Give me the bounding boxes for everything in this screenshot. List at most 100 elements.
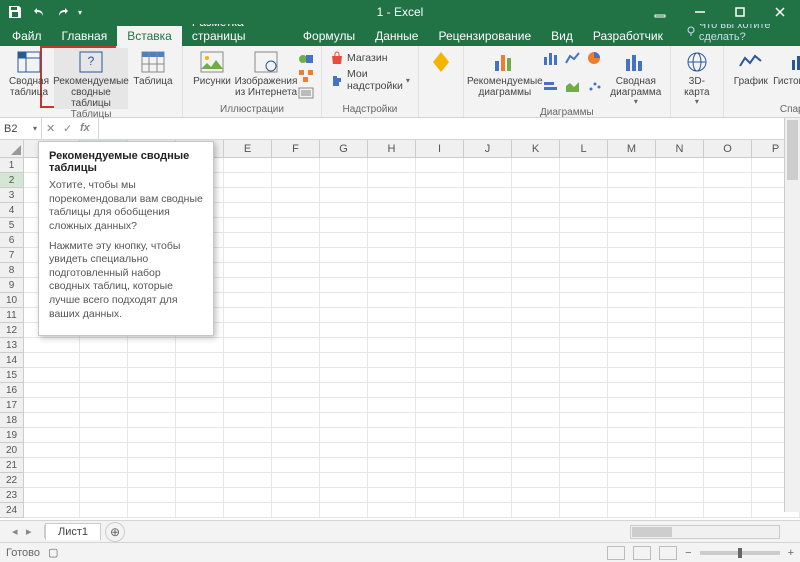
cell[interactable] — [128, 428, 176, 443]
cell[interactable] — [272, 353, 320, 368]
cell[interactable] — [464, 188, 512, 203]
cell[interactable] — [656, 383, 704, 398]
cell[interactable] — [464, 263, 512, 278]
cell[interactable] — [464, 323, 512, 338]
cell[interactable] — [272, 323, 320, 338]
tab-home[interactable]: Главная — [52, 26, 118, 46]
cell[interactable] — [608, 398, 656, 413]
column-header[interactable]: N — [656, 140, 704, 157]
cell[interactable] — [320, 443, 368, 458]
cell[interactable] — [24, 413, 80, 428]
cell[interactable] — [704, 398, 752, 413]
cell[interactable] — [608, 458, 656, 473]
cell[interactable] — [464, 413, 512, 428]
cell[interactable] — [368, 473, 416, 488]
view-page-layout-icon[interactable] — [633, 546, 651, 560]
cell[interactable] — [608, 233, 656, 248]
cell[interactable] — [560, 308, 608, 323]
cell[interactable] — [80, 413, 128, 428]
cell[interactable] — [128, 413, 176, 428]
cell[interactable] — [416, 413, 464, 428]
cell[interactable] — [320, 503, 368, 518]
cell[interactable] — [560, 338, 608, 353]
cell[interactable] — [320, 323, 368, 338]
column-header[interactable]: O — [704, 140, 752, 157]
cell[interactable] — [368, 173, 416, 188]
cell[interactable] — [176, 503, 224, 518]
cell[interactable] — [560, 203, 608, 218]
cell[interactable] — [656, 338, 704, 353]
cell[interactable] — [512, 383, 560, 398]
cell[interactable] — [368, 308, 416, 323]
cell[interactable] — [128, 338, 176, 353]
cell[interactable] — [464, 398, 512, 413]
cell[interactable] — [560, 428, 608, 443]
cell[interactable] — [176, 368, 224, 383]
cell[interactable] — [416, 158, 464, 173]
cell[interactable] — [80, 458, 128, 473]
cell[interactable] — [272, 308, 320, 323]
cell[interactable] — [24, 368, 80, 383]
cell[interactable] — [368, 158, 416, 173]
cell[interactable] — [320, 428, 368, 443]
cell[interactable] — [272, 173, 320, 188]
cell[interactable] — [80, 353, 128, 368]
cell[interactable] — [656, 488, 704, 503]
cell[interactable] — [704, 248, 752, 263]
column-header[interactable]: G — [320, 140, 368, 157]
cell[interactable] — [224, 293, 272, 308]
cell[interactable] — [176, 413, 224, 428]
cell[interactable] — [560, 353, 608, 368]
cell[interactable] — [368, 218, 416, 233]
cell[interactable] — [512, 188, 560, 203]
cell[interactable] — [464, 443, 512, 458]
zoom-in-icon[interactable]: + — [788, 547, 794, 559]
column-header[interactable]: J — [464, 140, 512, 157]
cell[interactable] — [512, 248, 560, 263]
cell[interactable] — [560, 488, 608, 503]
cell[interactable] — [368, 248, 416, 263]
cell[interactable] — [656, 398, 704, 413]
worksheet-grid[interactable]: ABCDEFGHIJKLMNOP 12345678910111213141516… — [0, 140, 800, 520]
online-pictures-button[interactable]: Изображения из Интернета — [237, 48, 295, 104]
cell[interactable] — [80, 503, 128, 518]
cell[interactable] — [416, 368, 464, 383]
cell[interactable] — [224, 353, 272, 368]
cell[interactable] — [176, 443, 224, 458]
cell[interactable] — [464, 503, 512, 518]
cell[interactable] — [224, 158, 272, 173]
cell[interactable] — [512, 278, 560, 293]
cell[interactable] — [464, 338, 512, 353]
cell[interactable] — [656, 158, 704, 173]
cell[interactable] — [368, 458, 416, 473]
cell[interactable] — [416, 173, 464, 188]
cell[interactable] — [416, 233, 464, 248]
cell[interactable] — [464, 353, 512, 368]
cell[interactable] — [224, 398, 272, 413]
cell[interactable] — [704, 473, 752, 488]
cell[interactable] — [464, 218, 512, 233]
cell[interactable] — [656, 173, 704, 188]
cell[interactable] — [656, 233, 704, 248]
cell[interactable] — [608, 173, 656, 188]
cell[interactable] — [560, 278, 608, 293]
cell[interactable] — [368, 488, 416, 503]
zoom-slider-thumb[interactable] — [738, 548, 742, 558]
cell[interactable] — [416, 323, 464, 338]
cell[interactable] — [656, 188, 704, 203]
cell[interactable] — [24, 398, 80, 413]
recommended-pivot-button[interactable]: ? Рекомендуемые сводные таблицы — [54, 48, 128, 109]
row-header[interactable]: 4 — [0, 203, 24, 218]
cell[interactable] — [368, 233, 416, 248]
row-header[interactable]: 21 — [0, 458, 24, 473]
row-header[interactable]: 5 — [0, 218, 24, 233]
cell[interactable] — [704, 218, 752, 233]
pivot-table-button[interactable]: Сводная таблица — [6, 48, 52, 109]
cell[interactable] — [704, 368, 752, 383]
cell[interactable] — [416, 458, 464, 473]
row-header[interactable]: 23 — [0, 488, 24, 503]
cell[interactable] — [272, 443, 320, 458]
cell[interactable] — [368, 398, 416, 413]
cell[interactable] — [368, 293, 416, 308]
bar-chart-icon[interactable] — [542, 79, 560, 95]
